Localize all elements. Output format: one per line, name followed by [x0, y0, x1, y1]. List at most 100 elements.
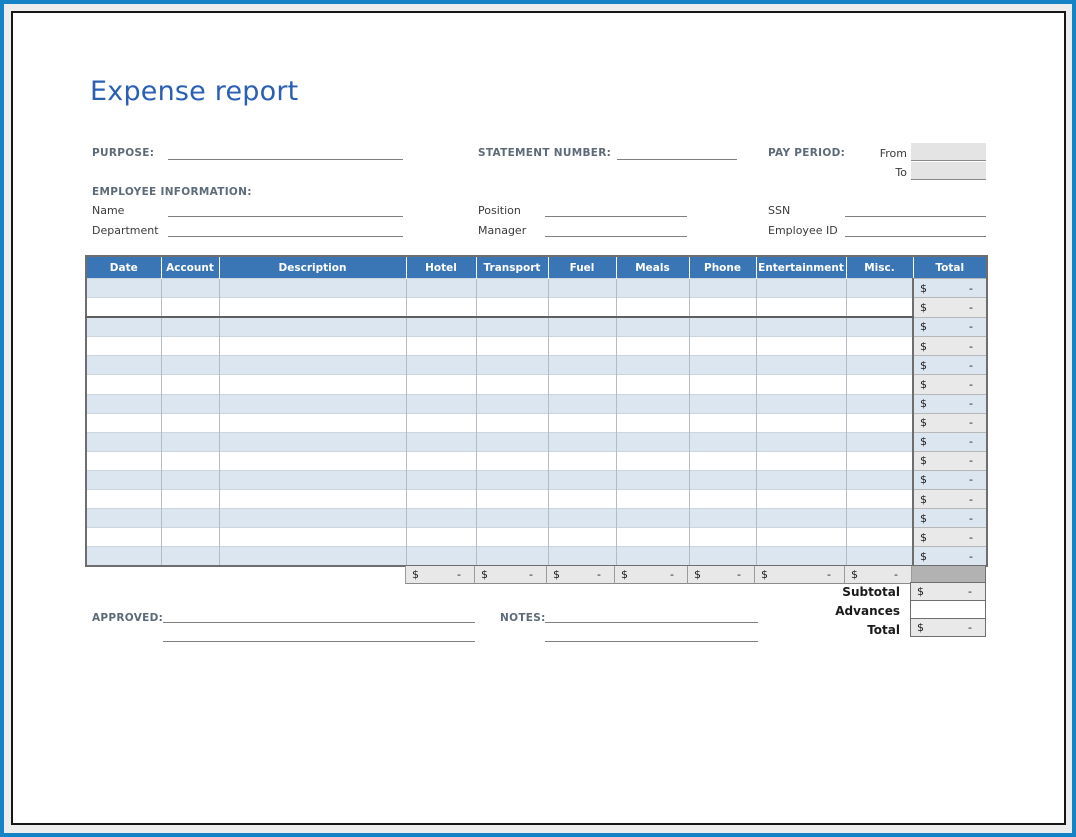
expense-cell[interactable]	[161, 394, 219, 413]
expense-cell[interactable]	[756, 547, 846, 567]
expense-cell[interactable]	[161, 337, 219, 356]
expense-cell[interactable]	[616, 279, 689, 298]
expense-cell[interactable]	[406, 413, 476, 432]
expense-cell[interactable]	[476, 356, 548, 375]
expense-cell[interactable]	[846, 337, 913, 356]
expense-cell[interactable]	[689, 547, 756, 567]
expense-cell[interactable]	[476, 547, 548, 567]
expense-cell[interactable]	[86, 356, 161, 375]
expense-cell[interactable]	[86, 528, 161, 547]
expense-cell[interactable]	[689, 337, 756, 356]
expense-cell[interactable]	[846, 413, 913, 432]
expense-cell[interactable]	[756, 375, 846, 394]
expense-cell[interactable]	[406, 470, 476, 489]
statement-number-field[interactable]	[617, 145, 737, 160]
expense-cell[interactable]	[476, 490, 548, 509]
expense-cell[interactable]	[548, 394, 616, 413]
expense-cell[interactable]	[846, 375, 913, 394]
expense-cell[interactable]	[161, 375, 219, 394]
expense-cell[interactable]	[846, 279, 913, 298]
expense-cell[interactable]	[86, 375, 161, 394]
expense-cell[interactable]	[476, 432, 548, 451]
expense-cell[interactable]	[406, 509, 476, 528]
expense-cell[interactable]	[548, 528, 616, 547]
expense-cell[interactable]	[86, 547, 161, 567]
expense-cell[interactable]	[476, 470, 548, 489]
expense-cell[interactable]	[219, 413, 406, 432]
expense-cell[interactable]	[548, 356, 616, 375]
expense-cell[interactable]	[219, 298, 406, 318]
approved-line-1[interactable]	[163, 608, 475, 623]
expense-cell[interactable]	[616, 375, 689, 394]
expense-cell[interactable]	[219, 394, 406, 413]
expense-cell[interactable]	[476, 337, 548, 356]
expense-cell[interactable]	[846, 470, 913, 489]
expense-cell[interactable]	[689, 317, 756, 337]
expense-cell[interactable]	[689, 298, 756, 318]
expense-cell[interactable]	[406, 317, 476, 337]
expense-cell[interactable]	[616, 298, 689, 318]
expense-cell[interactable]	[86, 490, 161, 509]
expense-cell[interactable]	[756, 317, 846, 337]
expense-cell[interactable]	[406, 375, 476, 394]
expense-cell[interactable]	[846, 394, 913, 413]
expense-cell[interactable]	[476, 394, 548, 413]
expense-cell[interactable]	[689, 509, 756, 528]
expense-cell[interactable]	[689, 356, 756, 375]
expense-cell[interactable]	[846, 528, 913, 547]
expense-cell[interactable]	[756, 394, 846, 413]
expense-cell[interactable]	[161, 490, 219, 509]
notes-line-2[interactable]	[545, 627, 758, 642]
expense-cell[interactable]	[219, 279, 406, 298]
expense-cell[interactable]	[616, 509, 689, 528]
expense-cell[interactable]	[219, 547, 406, 567]
expense-cell[interactable]	[756, 432, 846, 451]
expense-cell[interactable]	[476, 528, 548, 547]
expense-cell[interactable]	[406, 279, 476, 298]
expense-cell[interactable]	[476, 413, 548, 432]
expense-cell[interactable]	[846, 490, 913, 509]
expense-cell[interactable]	[476, 317, 548, 337]
expense-cell[interactable]	[548, 317, 616, 337]
expense-cell[interactable]	[846, 432, 913, 451]
expense-cell[interactable]	[219, 509, 406, 528]
expense-cell[interactable]	[406, 547, 476, 567]
expense-cell[interactable]	[689, 432, 756, 451]
expense-cell[interactable]	[548, 279, 616, 298]
employee-id-field[interactable]	[845, 222, 986, 237]
expense-cell[interactable]	[846, 317, 913, 337]
expense-cell[interactable]	[548, 337, 616, 356]
expense-cell[interactable]	[616, 337, 689, 356]
expense-cell[interactable]	[476, 298, 548, 318]
expense-cell[interactable]	[161, 432, 219, 451]
expense-cell[interactable]	[219, 356, 406, 375]
expense-cell[interactable]	[219, 490, 406, 509]
expense-cell[interactable]	[406, 394, 476, 413]
expense-cell[interactable]	[406, 298, 476, 318]
expense-cell[interactable]	[219, 317, 406, 337]
expense-cell[interactable]	[161, 470, 219, 489]
approved-line-2[interactable]	[163, 627, 475, 642]
expense-cell[interactable]	[86, 394, 161, 413]
expense-cell[interactable]	[616, 451, 689, 470]
expense-cell[interactable]	[86, 451, 161, 470]
expense-cell[interactable]	[161, 298, 219, 318]
advances-value-cell[interactable]	[910, 600, 986, 619]
expense-cell[interactable]	[846, 547, 913, 567]
expense-cell[interactable]	[548, 298, 616, 318]
expense-cell[interactable]	[548, 451, 616, 470]
expense-cell[interactable]	[689, 451, 756, 470]
expense-cell[interactable]	[86, 317, 161, 337]
expense-cell[interactable]	[161, 317, 219, 337]
expense-cell[interactable]	[476, 451, 548, 470]
expense-cell[interactable]	[476, 509, 548, 528]
ssn-field[interactable]	[845, 202, 986, 217]
expense-cell[interactable]	[476, 375, 548, 394]
expense-cell[interactable]	[756, 279, 846, 298]
expense-cell[interactable]	[161, 509, 219, 528]
pay-period-to-field[interactable]	[911, 162, 986, 180]
expense-cell[interactable]	[548, 490, 616, 509]
expense-cell[interactable]	[689, 470, 756, 489]
expense-cell[interactable]	[406, 337, 476, 356]
expense-cell[interactable]	[616, 470, 689, 489]
